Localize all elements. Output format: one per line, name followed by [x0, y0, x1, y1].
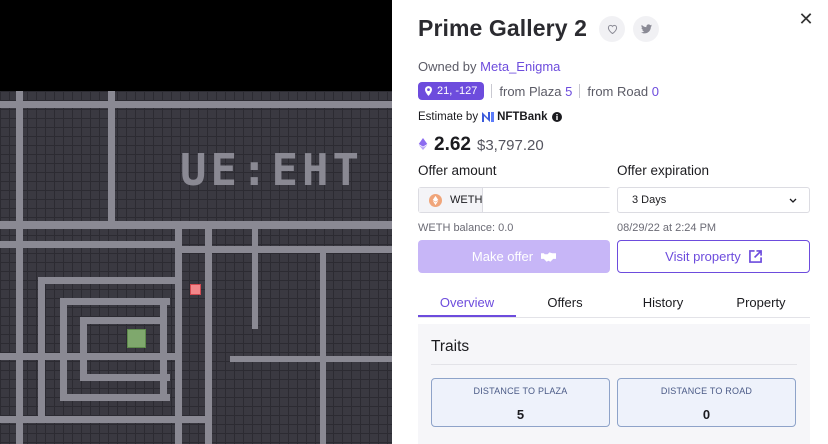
owner-link[interactable]: Meta_Enigma: [480, 59, 560, 74]
weth-icon: [429, 193, 442, 207]
estimated-price-usd: $3,797.20: [476, 137, 544, 154]
price-row: 2.62 $3,797.20: [418, 134, 544, 156]
page-title: Prime Gallery 2: [418, 15, 587, 41]
trait-value: 0: [702, 407, 711, 422]
owner-prefix: Owned by: [418, 59, 477, 74]
tab-history[interactable]: History: [614, 286, 712, 317]
token-name: WETH: [450, 194, 483, 206]
title-row: Prime Gallery 2: [418, 15, 659, 42]
expiration-date: 08/29/22 at 2:24 PM: [617, 222, 717, 234]
from-plaza-label: from Plaza: [499, 83, 562, 99]
nftbank-icon: [482, 112, 495, 122]
offer-amount-input-group: WETH: [418, 187, 651, 213]
token-selector: WETH: [419, 188, 484, 212]
twitter-icon: [640, 23, 652, 33]
coordinates-badge[interactable]: 21, -127: [418, 82, 485, 100]
visit-property-button[interactable]: Visit property: [617, 240, 810, 273]
map-panel[interactable]: UE:EHT: [0, 0, 392, 444]
owner-line: Owned by Meta_Enigma: [418, 59, 560, 74]
tab-property[interactable]: Property: [712, 286, 810, 317]
estimate-label: Estimate by: [418, 111, 479, 123]
visit-property-label: Visit property: [665, 249, 741, 264]
expiration-select[interactable]: 3 Days: [617, 187, 810, 213]
trait-type: DISTANCE TO PLAZA: [473, 386, 568, 396]
plaza-parcel[interactable]: [127, 329, 146, 348]
weth-balance: WETH balance: 0.0: [418, 222, 514, 234]
close-icon[interactable]: ✕: [798, 10, 814, 28]
divider: [431, 364, 797, 365]
traits-title: Traits: [431, 338, 470, 355]
trait-value: 5: [516, 407, 525, 422]
heart-icon: [607, 24, 617, 34]
map-grid: [0, 91, 392, 444]
favorite-button[interactable]: [599, 15, 625, 42]
trait-card-distance-to-plaza: DISTANCE TO PLAZA 5: [431, 378, 610, 427]
chevron-down-icon: [789, 198, 797, 203]
pin-icon: [425, 86, 432, 96]
divider: [491, 84, 493, 98]
map-canvas[interactable]: UE:EHT: [0, 91, 392, 444]
trait-card-distance-to-road: DISTANCE TO ROAD 0: [617, 378, 796, 427]
from-road-value: 0: [651, 83, 659, 99]
property-detail-panel: ✕ Prime Gallery 2 Owned by Meta_Enigma 2…: [392, 0, 828, 444]
estimated-price: 2.62: [434, 134, 471, 155]
estimate-row: Estimate by NFTBank: [418, 111, 562, 123]
make-offer-label: Make offer: [471, 249, 534, 264]
nftbank-logo: NFTBank: [482, 111, 548, 123]
selected-parcel[interactable]: [190, 284, 201, 295]
tab-offers[interactable]: Offers: [516, 286, 614, 317]
twitter-share-button[interactable]: [633, 15, 659, 42]
info-icon[interactable]: [551, 112, 562, 122]
tab-overview[interactable]: Overview: [418, 286, 516, 317]
divider: [579, 84, 581, 98]
from-plaza-value: 5: [565, 83, 573, 99]
location-row: 21, -127 from Plaza 5 from Road 0: [418, 82, 659, 100]
traits-section: Traits DISTANCE TO PLAZA 5 DISTANCE TO R…: [418, 324, 810, 444]
external-link-icon: [748, 250, 762, 263]
expiration-selected: 3 Days: [632, 194, 667, 206]
offer-amount-label: Offer amount: [418, 163, 497, 178]
from-road-label: from Road: [587, 83, 649, 99]
trait-type: DISTANCE TO ROAD: [660, 386, 753, 396]
detail-tabs: Overview Offers History Property: [418, 286, 810, 318]
estimate-provider: NFTBank: [497, 111, 548, 123]
coordinates-text: 21, -127: [437, 85, 478, 97]
eth-icon: [418, 138, 428, 150]
plaza-text: UE:EHT: [180, 145, 363, 196]
make-offer-button[interactable]: Make offer: [418, 240, 610, 273]
offer-expiration-label: Offer expiration: [617, 163, 710, 178]
handshake-icon: [541, 251, 557, 262]
